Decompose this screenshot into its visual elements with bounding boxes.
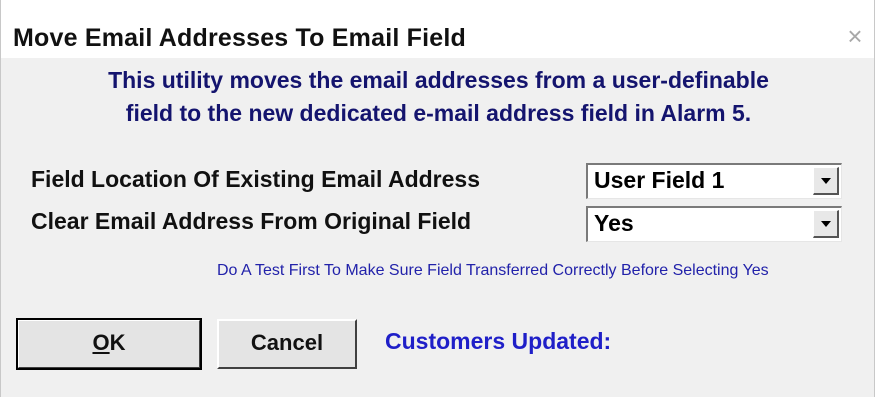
ok-button[interactable]: OK <box>16 318 202 370</box>
intro-text: This utility moves the email addresses f… <box>11 64 866 130</box>
clear-original-select[interactable]: Yes <box>586 206 842 242</box>
clear-original-label: Clear Email Address From Original Field <box>31 208 472 234</box>
dialog-title: Move Email Addresses To Email Field <box>13 24 466 52</box>
field-location-label: Field Location Of Existing Email Address <box>31 166 481 192</box>
chevron-down-icon <box>821 221 831 227</box>
chevron-down-icon <box>821 178 831 184</box>
move-email-dialog: Move Email Addresses To Email Field × Th… <box>0 0 875 397</box>
close-icon[interactable]: × <box>839 16 871 56</box>
intro-line-1: This utility moves the email addresses f… <box>108 67 769 93</box>
customers-updated-label: Customers Updated: <box>385 328 612 354</box>
intro-line-2: field to the new dedicated e-mail addres… <box>125 100 752 126</box>
field-location-value: User Field 1 <box>594 167 725 193</box>
field-location-dropdown-button[interactable] <box>813 167 839 195</box>
field-location-select[interactable]: User Field 1 <box>586 163 842 199</box>
test-first-hint: Do A Test First To Make Sure Field Trans… <box>217 262 769 279</box>
ok-label-rest: K <box>109 330 126 355</box>
ok-mnemonic: O <box>92 330 110 355</box>
clear-original-value: Yes <box>594 210 634 236</box>
cancel-button[interactable]: Cancel <box>217 319 357 369</box>
clear-original-dropdown-button[interactable] <box>813 210 839 238</box>
